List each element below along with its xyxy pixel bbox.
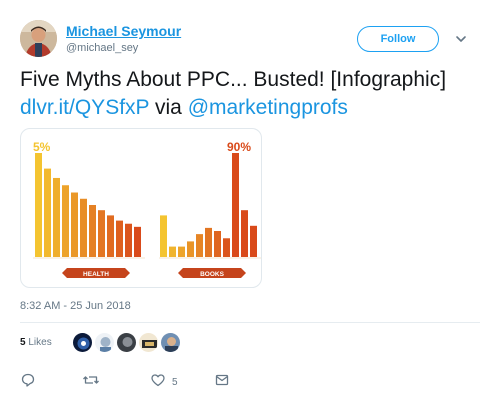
infographic-right-label: BOOKS <box>200 271 225 278</box>
left-bar <box>98 210 105 257</box>
media-infographic[interactable]: 5% 90% HEALTH BOOKS <box>20 128 262 288</box>
tweet-mention[interactable]: @marketingprofs <box>188 96 348 119</box>
infographic-left-bars <box>35 153 141 257</box>
left-bar <box>116 220 123 257</box>
infographic-right-ribbon: BOOKS <box>178 268 246 278</box>
avatar[interactable] <box>20 20 57 57</box>
right-bar <box>214 231 221 257</box>
left-bar <box>53 177 60 257</box>
left-bar <box>80 198 87 257</box>
reply-button[interactable] <box>20 372 36 393</box>
left-bar <box>89 205 96 257</box>
left-bar <box>35 153 42 257</box>
likes-label[interactable]: 5 Likes <box>20 337 52 348</box>
action-bar: 5 <box>20 372 280 390</box>
message-button[interactable] <box>214 372 230 393</box>
infographic-left-ribbon: HEALTH <box>62 268 130 278</box>
right-bar <box>196 234 203 257</box>
right-bar <box>232 153 239 257</box>
likes-word: Likes <box>28 337 52 348</box>
right-bar <box>241 210 248 257</box>
tweet-via: via <box>149 96 188 119</box>
liker-avatar[interactable] <box>116 332 137 353</box>
message-icon <box>214 372 230 393</box>
liker-avatar[interactable] <box>94 332 115 353</box>
left-bar <box>62 185 69 257</box>
tweet-link[interactable]: dlvr.it/QYSfxP <box>20 96 149 119</box>
right-bar <box>187 241 194 257</box>
retweet-icon <box>82 372 100 393</box>
left-bar <box>134 226 141 257</box>
left-bar <box>44 168 51 257</box>
tweet-timestamp[interactable]: 8:32 AM - 25 Jun 2018 <box>20 300 131 312</box>
tweet-text: Five Myths About PPC... Busted! [Infogra… <box>20 66 480 122</box>
infographic-left-label: HEALTH <box>83 271 109 278</box>
divider <box>20 322 480 323</box>
left-bar <box>71 192 78 257</box>
like-count: 5 <box>172 377 178 388</box>
like-button[interactable]: 5 <box>150 372 178 393</box>
liker-avatar[interactable] <box>138 332 159 353</box>
infographic-left-value: 5% <box>33 140 51 154</box>
right-bar <box>205 227 212 257</box>
right-bar <box>250 225 257 257</box>
likes-count: 5 <box>20 337 26 348</box>
right-bar <box>169 246 176 257</box>
infographic-right-value: 90% <box>227 140 251 154</box>
left-bar <box>107 215 114 257</box>
tweet-text-main: Five Myths About PPC... Busted! [Infogra… <box>20 68 447 91</box>
liker-avatar[interactable] <box>72 332 93 353</box>
left-bar <box>125 223 132 257</box>
follow-button[interactable]: Follow <box>357 26 439 52</box>
right-bar <box>178 246 185 257</box>
right-bar <box>223 238 230 257</box>
reply-icon <box>20 372 36 393</box>
right-bar <box>160 215 167 257</box>
like-icon <box>150 372 166 393</box>
infographic-right-bars <box>160 153 257 257</box>
chevron-down-icon[interactable] <box>453 32 469 46</box>
user-handle[interactable]: @michael_sey <box>66 42 138 54</box>
retweet-button[interactable] <box>82 372 100 393</box>
user-name[interactable]: Michael Seymour <box>66 23 181 39</box>
liker-avatar[interactable] <box>160 332 181 353</box>
